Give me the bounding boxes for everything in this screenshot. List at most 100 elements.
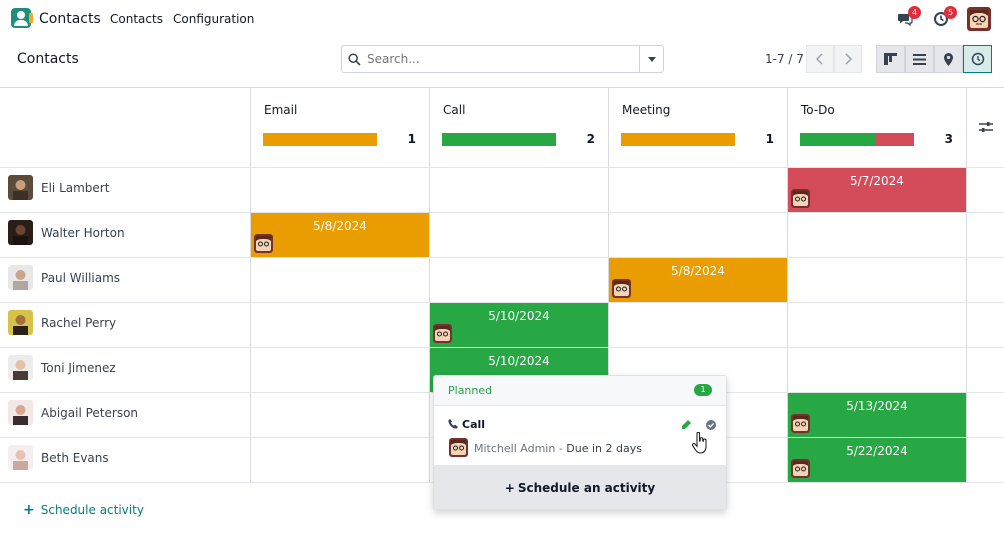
column-header-meeting: Meeting 1: [608, 88, 787, 167]
activities-button[interactable]: 5: [933, 6, 957, 27]
search-options-toggle[interactable]: [639, 45, 664, 73]
progress-bar[interactable]: [263, 133, 377, 146]
assignee-avatar: [612, 279, 631, 298]
assignee-avatar: [449, 438, 468, 457]
due-date: 5/10/2024: [488, 354, 550, 368]
contact-name[interactable]: Walter Horton: [41, 226, 125, 240]
messages-count-badge: 4: [908, 6, 921, 19]
contact-name[interactable]: Eli Lambert: [41, 181, 109, 195]
column-title: Email: [264, 103, 298, 117]
pager-next-button[interactable]: [834, 45, 862, 73]
pager-value[interactable]: 1-7 / 7: [765, 52, 804, 66]
activities-count-badge: 5: [944, 6, 957, 19]
contact-avatar: [8, 445, 33, 470]
popover-header: Planned 1: [434, 376, 726, 406]
contact-avatar: [8, 175, 33, 200]
messages-button[interactable]: 4: [897, 6, 921, 27]
pager-previous-button[interactable]: [806, 45, 834, 73]
column-title: Call: [443, 103, 466, 117]
search-box[interactable]: [341, 45, 640, 73]
app-name[interactable]: Contacts: [39, 11, 101, 27]
hand-cursor-icon: [692, 432, 707, 454]
column-header-email: Email 1: [250, 88, 429, 167]
search-icon: [348, 52, 361, 66]
caret-down-icon: [647, 56, 656, 62]
user-avatar[interactable]: [967, 7, 991, 31]
contact-name[interactable]: Paul Williams: [41, 271, 120, 285]
contact-name[interactable]: Rachel Perry: [41, 316, 116, 330]
due-date: 5/8/2024: [671, 264, 725, 278]
top-navbar: Contacts Contacts Configuration 4 5: [0, 0, 1004, 38]
activity-cell-meeting[interactable]: 5/8/2024: [609, 258, 787, 302]
due-date: 5/22/2024: [846, 444, 908, 458]
due-date: 5/7/2024: [850, 174, 904, 188]
activity-cell-email[interactable]: 5/8/2024: [251, 213, 429, 257]
assignee-avatar: [791, 189, 810, 208]
activity-cell-todo[interactable]: 5/7/2024: [788, 168, 966, 212]
kanban-icon: [884, 53, 897, 65]
menu-contacts[interactable]: Contacts: [110, 12, 163, 26]
menu-configuration[interactable]: Configuration: [173, 12, 254, 26]
activity-popover: Planned 1 Call Mitchell Admin - Due in 2…: [433, 375, 727, 510]
activity-view-button[interactable]: [963, 45, 992, 73]
mark-done-icon[interactable]: [706, 420, 716, 430]
column-count: 3: [944, 132, 953, 146]
column-header-todo: To-Do 3: [787, 88, 966, 167]
column-title: Meeting: [622, 103, 671, 117]
activity-count-badge: 1: [694, 384, 712, 396]
activity-cell-call[interactable]: 5/10/2024: [430, 303, 608, 347]
contact-avatar: [8, 265, 33, 290]
schedule-an-activity-label: Schedule an activity: [517, 481, 656, 495]
due-date: 5/8/2024: [313, 219, 367, 233]
contact-avatar: [8, 310, 33, 335]
search-input[interactable]: [367, 52, 627, 66]
list-view-button[interactable]: [905, 45, 934, 73]
column-count: 2: [586, 132, 595, 146]
progress-bar[interactable]: [800, 133, 914, 146]
sliders-icon[interactable]: [979, 121, 993, 133]
contact-avatar: [8, 355, 33, 380]
clock-icon: [971, 52, 984, 66]
chevron-left-icon: [816, 53, 823, 65]
activity-title[interactable]: Call: [448, 418, 485, 431]
column-count: 1: [765, 132, 774, 146]
schedule-activity-label: Schedule activity: [40, 503, 144, 517]
assignee-name: Mitchell Admin: [474, 442, 556, 455]
assignee-avatar: [254, 234, 273, 253]
breadcrumb: Contacts: [17, 51, 79, 67]
activity-cell-todo[interactable]: 5/22/2024: [788, 438, 966, 482]
assignee-avatar: [791, 414, 810, 433]
contact-avatar: [8, 220, 33, 245]
assignee-avatar: [433, 324, 452, 343]
contacts-app-icon[interactable]: [11, 8, 33, 28]
assignee-avatar: [791, 459, 810, 478]
list-icon: [913, 53, 926, 65]
due-date: 5/13/2024: [846, 399, 908, 413]
map-view-button[interactable]: [934, 45, 963, 73]
schedule-an-activity-button[interactable]: + Schedule an activity: [434, 465, 726, 509]
contact-name[interactable]: Toni Jimenez: [41, 361, 116, 375]
column-header-call: Call 2: [429, 88, 608, 167]
due-date: 5/10/2024: [488, 309, 550, 323]
activity-status: Planned: [448, 384, 493, 397]
contact-name[interactable]: Beth Evans: [41, 451, 109, 465]
activity-assignee-line: Mitchell Admin - Due in 2 days: [474, 442, 642, 455]
due-info: Due in 2 days: [566, 442, 642, 455]
contact-avatar: [8, 400, 33, 425]
separator: -: [555, 442, 567, 455]
column-count: 1: [407, 132, 416, 146]
column-title: To-Do: [801, 103, 835, 117]
activity-cell-todo[interactable]: 5/13/2024: [788, 393, 966, 437]
chevron-right-icon: [845, 53, 852, 65]
plus-icon: +: [504, 481, 515, 495]
schedule-activity-link[interactable]: + Schedule activity: [23, 502, 144, 518]
progress-bar[interactable]: [621, 133, 735, 146]
plus-icon: +: [23, 502, 35, 518]
activity-type: Call: [462, 418, 486, 431]
kanban-view-button[interactable]: [876, 45, 905, 73]
progress-bar[interactable]: [442, 133, 556, 146]
edit-pencil-icon[interactable]: [681, 420, 691, 430]
phone-icon: [448, 419, 458, 429]
map-pin-icon: [944, 52, 953, 66]
contact-name[interactable]: Abigail Peterson: [41, 406, 138, 420]
